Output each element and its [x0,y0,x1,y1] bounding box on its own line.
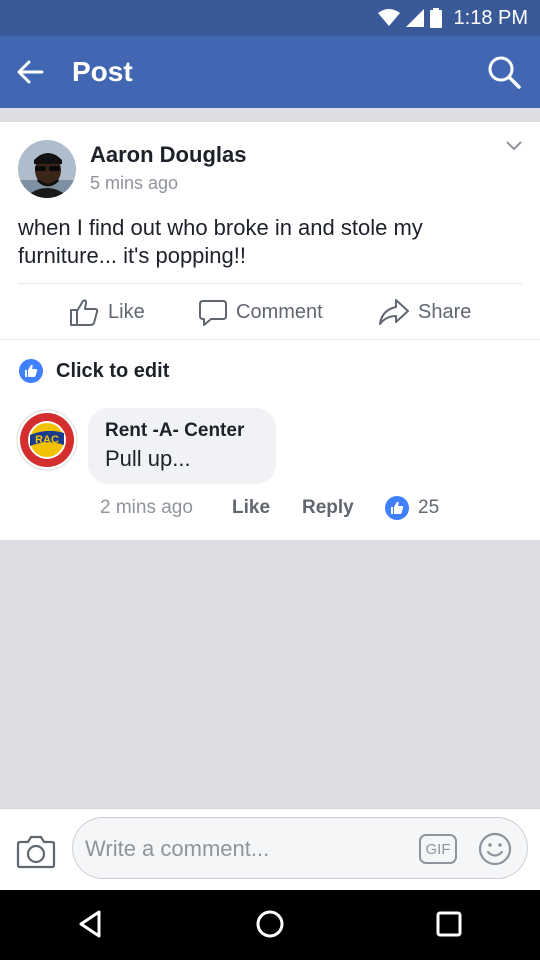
share-icon [379,299,409,325]
status-icons: 1:18 PM [377,6,528,30]
reaction-count: 25 [418,497,440,518]
like-reaction-icon [385,496,409,520]
click-to-edit[interactable]: Click to edit [18,356,169,386]
status-bar: 1:18 PM [0,0,540,36]
post-actions: Like Comment Share [0,287,540,339]
divider [18,283,522,284]
post-author-name[interactable]: Aaron Douglas [90,142,246,168]
app-bar: Post [0,36,540,108]
comment-bubble[interactable]: Rent -A- Center Pull up... [88,408,276,484]
comment-text: Pull up... [105,446,191,471]
comment-timestamp: 2 mins ago [100,497,193,518]
comment-author-name[interactable]: Rent -A- Center [105,420,244,442]
wifi-icon [377,9,400,26]
comment-meta: 2 mins ago Like Reply 25 [100,494,540,524]
comment-button[interactable]: Comment [198,297,323,327]
status-time: 1:18 PM [453,6,528,29]
like-reaction-icon [19,359,43,383]
arrow-left-icon[interactable] [14,56,46,88]
comment-reply-button[interactable]: Reply [302,497,354,519]
post-card: Aaron Douglas 5 mins ago when I find out… [0,122,540,540]
click-to-edit-label: Click to edit [56,359,170,382]
commenter-avatar[interactable]: RAC [16,409,78,471]
author-avatar[interactable] [18,140,76,198]
thumbs-up-icon [70,299,99,326]
camera-icon[interactable] [16,833,56,869]
like-label: Like [108,300,145,323]
share-label: Share [418,300,472,323]
gif-button[interactable]: GIF [419,834,457,864]
comment-like-button[interactable]: Like [232,497,270,519]
post-timestamp[interactable]: 5 mins ago [90,173,178,194]
search-icon[interactable] [486,54,522,90]
chevron-down-icon[interactable] [502,136,526,154]
recents-square-icon[interactable] [431,906,467,942]
system-nav-bar [0,890,540,960]
svg-text:RAC: RAC [35,434,59,446]
post-text: when I find out who broke in and stole m… [18,215,423,268]
back-triangle-icon[interactable] [73,906,109,942]
signal-icon [405,9,424,27]
page-title: Post [72,56,133,87]
like-button[interactable]: Like [68,297,145,327]
comment-input[interactable] [85,832,405,866]
comment-reactions[interactable]: 25 [384,494,439,522]
comment-icon [199,300,227,326]
comment-label: Comment [236,300,323,323]
divider [0,339,540,340]
emoji-icon[interactable] [477,831,513,867]
battery-icon [429,8,442,28]
share-button[interactable]: Share [378,297,471,327]
home-circle-icon[interactable] [252,906,288,942]
comment-composer: GIF [0,808,540,890]
comment-box: GIF [72,817,528,879]
